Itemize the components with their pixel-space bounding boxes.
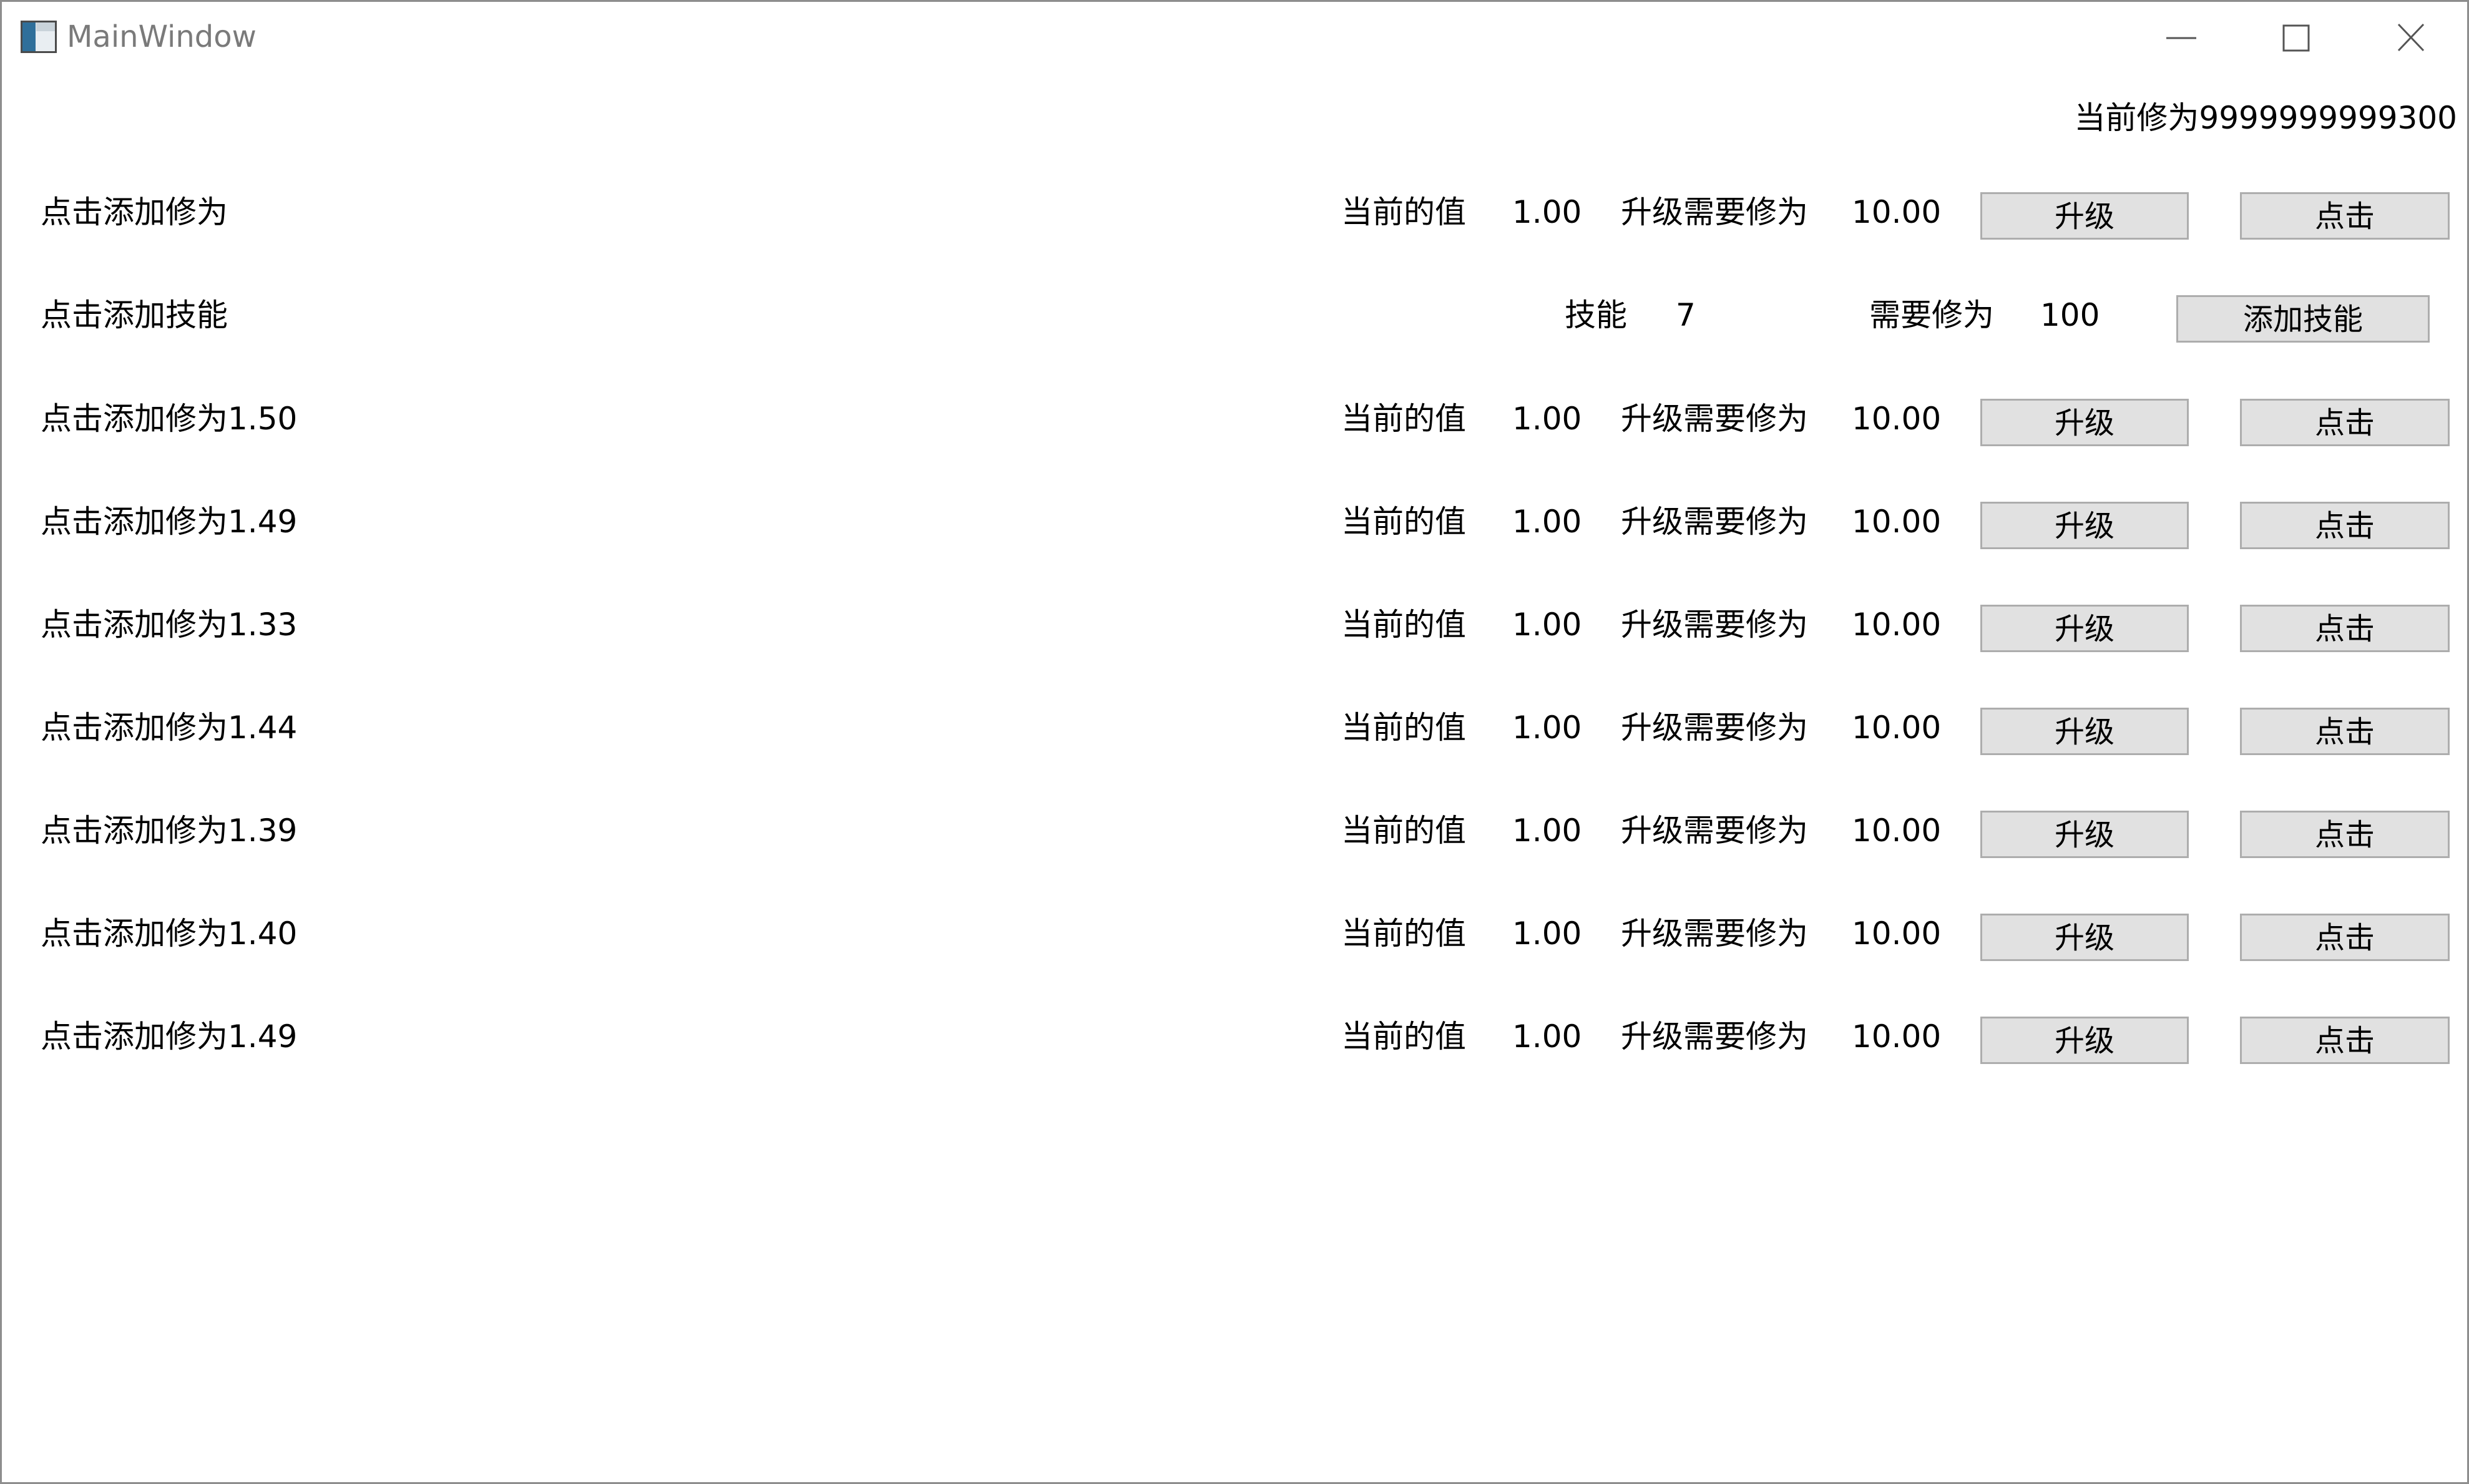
upgrade-cost-value: 10.00 [1852, 504, 1942, 540]
main-window: MainWindow 当前修为9999999999300 点击添加修为 当前的值… [0, 0, 2469, 1484]
upgrade-cost-label: 升级需要修为 [1621, 813, 1808, 849]
close-icon [2397, 23, 2425, 52]
skill-cost-value: 100 [2040, 297, 2100, 333]
skill-label: 技能 [1565, 297, 1627, 333]
upgrade-cost-label: 升级需要修为 [1621, 915, 1808, 952]
current-value-label: 当前的值 [1341, 401, 1466, 437]
current-value-label: 当前的值 [1341, 710, 1466, 746]
upgrade-cost-value: 10.00 [1852, 813, 1942, 849]
skill-value: 7 [1676, 297, 1696, 333]
upgrade-button[interactable]: 升级 [1980, 502, 2189, 549]
upgrade-cost-label: 升级需要修为 [1621, 710, 1808, 746]
current-value: 1.00 [1512, 607, 1582, 643]
row-label: 点击添加修为1.49 [41, 1018, 298, 1055]
current-value: 1.00 [1512, 813, 1582, 849]
upgrade-button[interactable]: 升级 [1980, 708, 2189, 755]
maximize-icon [2282, 24, 2310, 52]
row-label: 点击添加修为1.50 [41, 401, 298, 437]
current-value: 1.00 [1512, 504, 1582, 540]
click-button[interactable]: 点击 [2240, 502, 2450, 549]
row-label: 点击添加修为1.40 [41, 915, 298, 952]
cultivation-row: 点击添加修为 当前的值 1.00 升级需要修为 10.00 升级 点击 [2, 178, 2467, 247]
upgrade-cost-value: 10.00 [1852, 1018, 1942, 1055]
upgrade-cost-label: 升级需要修为 [1621, 607, 1808, 643]
upgrade-cost-value: 10.00 [1852, 401, 1942, 437]
skill-row: 点击添加技能 技能 7 需要修为 100 添加技能 [2, 281, 2467, 349]
upgrade-cost-label: 升级需要修为 [1621, 1018, 1808, 1055]
title-bar[interactable]: MainWindow [2, 2, 2467, 74]
cultivation-row: 点击添加修为1.40 当前的值 1.00 升级需要修为 10.00 升级 点击 [2, 899, 2467, 968]
upgrade-button[interactable]: 升级 [1980, 399, 2189, 446]
current-value: 1.00 [1512, 710, 1582, 746]
minimize-button[interactable] [2124, 2, 2239, 74]
upgrade-button[interactable]: 升级 [1980, 1017, 2189, 1064]
cultivation-row: 点击添加修为1.50 当前的值 1.00 升级需要修为 10.00 升级 点击 [2, 384, 2467, 453]
upgrade-button[interactable]: 升级 [1980, 605, 2189, 652]
app-icon [21, 21, 57, 53]
upgrade-button[interactable]: 升级 [1980, 914, 2189, 961]
upgrade-cost-label: 升级需要修为 [1621, 194, 1808, 230]
row-label: 点击添加修为1.39 [41, 813, 298, 849]
cultivation-row: 点击添加修为1.33 当前的值 1.00 升级需要修为 10.00 升级 点击 [2, 590, 2467, 659]
skill-cost-label: 需要修为 [1869, 297, 1994, 333]
current-value: 1.00 [1512, 194, 1582, 230]
current-value-label: 当前的值 [1341, 915, 1466, 952]
row-label: 点击添加修为 [41, 194, 228, 230]
upgrade-cost-label: 升级需要修为 [1621, 504, 1808, 540]
upgrade-cost-value: 10.00 [1852, 710, 1942, 746]
click-button[interactable]: 点击 [2240, 811, 2450, 858]
current-value-label: 当前的值 [1341, 813, 1466, 849]
click-button[interactable]: 点击 [2240, 192, 2450, 240]
minimize-icon [2166, 37, 2196, 39]
current-value-label: 当前的值 [1341, 607, 1466, 643]
current-value-label: 当前的值 [1341, 194, 1466, 230]
current-value: 1.00 [1512, 401, 1582, 437]
upgrade-cost-value: 10.00 [1852, 607, 1942, 643]
current-value-label: 当前的值 [1341, 1018, 1466, 1055]
row-label: 点击添加修为1.44 [41, 710, 298, 746]
current-value: 1.00 [1512, 915, 1582, 952]
window-title: MainWindow [67, 19, 257, 54]
click-button[interactable]: 点击 [2240, 914, 2450, 961]
click-button[interactable]: 点击 [2240, 399, 2450, 446]
upgrade-cost-label: 升级需要修为 [1621, 401, 1808, 437]
upgrade-cost-value: 10.00 [1852, 194, 1942, 230]
click-button[interactable]: 点击 [2240, 708, 2450, 755]
maximize-button[interactable] [2239, 2, 2354, 74]
row-label: 点击添加修为1.49 [41, 504, 298, 540]
upgrade-cost-value: 10.00 [1852, 915, 1942, 952]
cultivation-row: 点击添加修为1.49 当前的值 1.00 升级需要修为 10.00 升级 点击 [2, 1002, 2467, 1071]
click-button[interactable]: 点击 [2240, 605, 2450, 652]
skill-row-label: 点击添加技能 [41, 297, 228, 333]
upgrade-button[interactable]: 升级 [1980, 811, 2189, 858]
cultivation-row: 点击添加修为1.39 当前的值 1.00 升级需要修为 10.00 升级 点击 [2, 796, 2467, 865]
upgrade-button[interactable]: 升级 [1980, 192, 2189, 240]
current-value: 1.00 [1512, 1018, 1582, 1055]
click-button[interactable]: 点击 [2240, 1017, 2450, 1064]
close-button[interactable] [2354, 2, 2468, 74]
cultivation-row: 点击添加修为1.49 当前的值 1.00 升级需要修为 10.00 升级 点击 [2, 487, 2467, 556]
current-cultivation-display: 当前修为9999999999300 [2074, 100, 2457, 136]
cultivation-row: 点击添加修为1.44 当前的值 1.00 升级需要修为 10.00 升级 点击 [2, 693, 2467, 762]
current-value-label: 当前的值 [1341, 504, 1466, 540]
add-skill-button[interactable]: 添加技能 [2176, 295, 2430, 343]
row-label: 点击添加修为1.33 [41, 607, 298, 643]
